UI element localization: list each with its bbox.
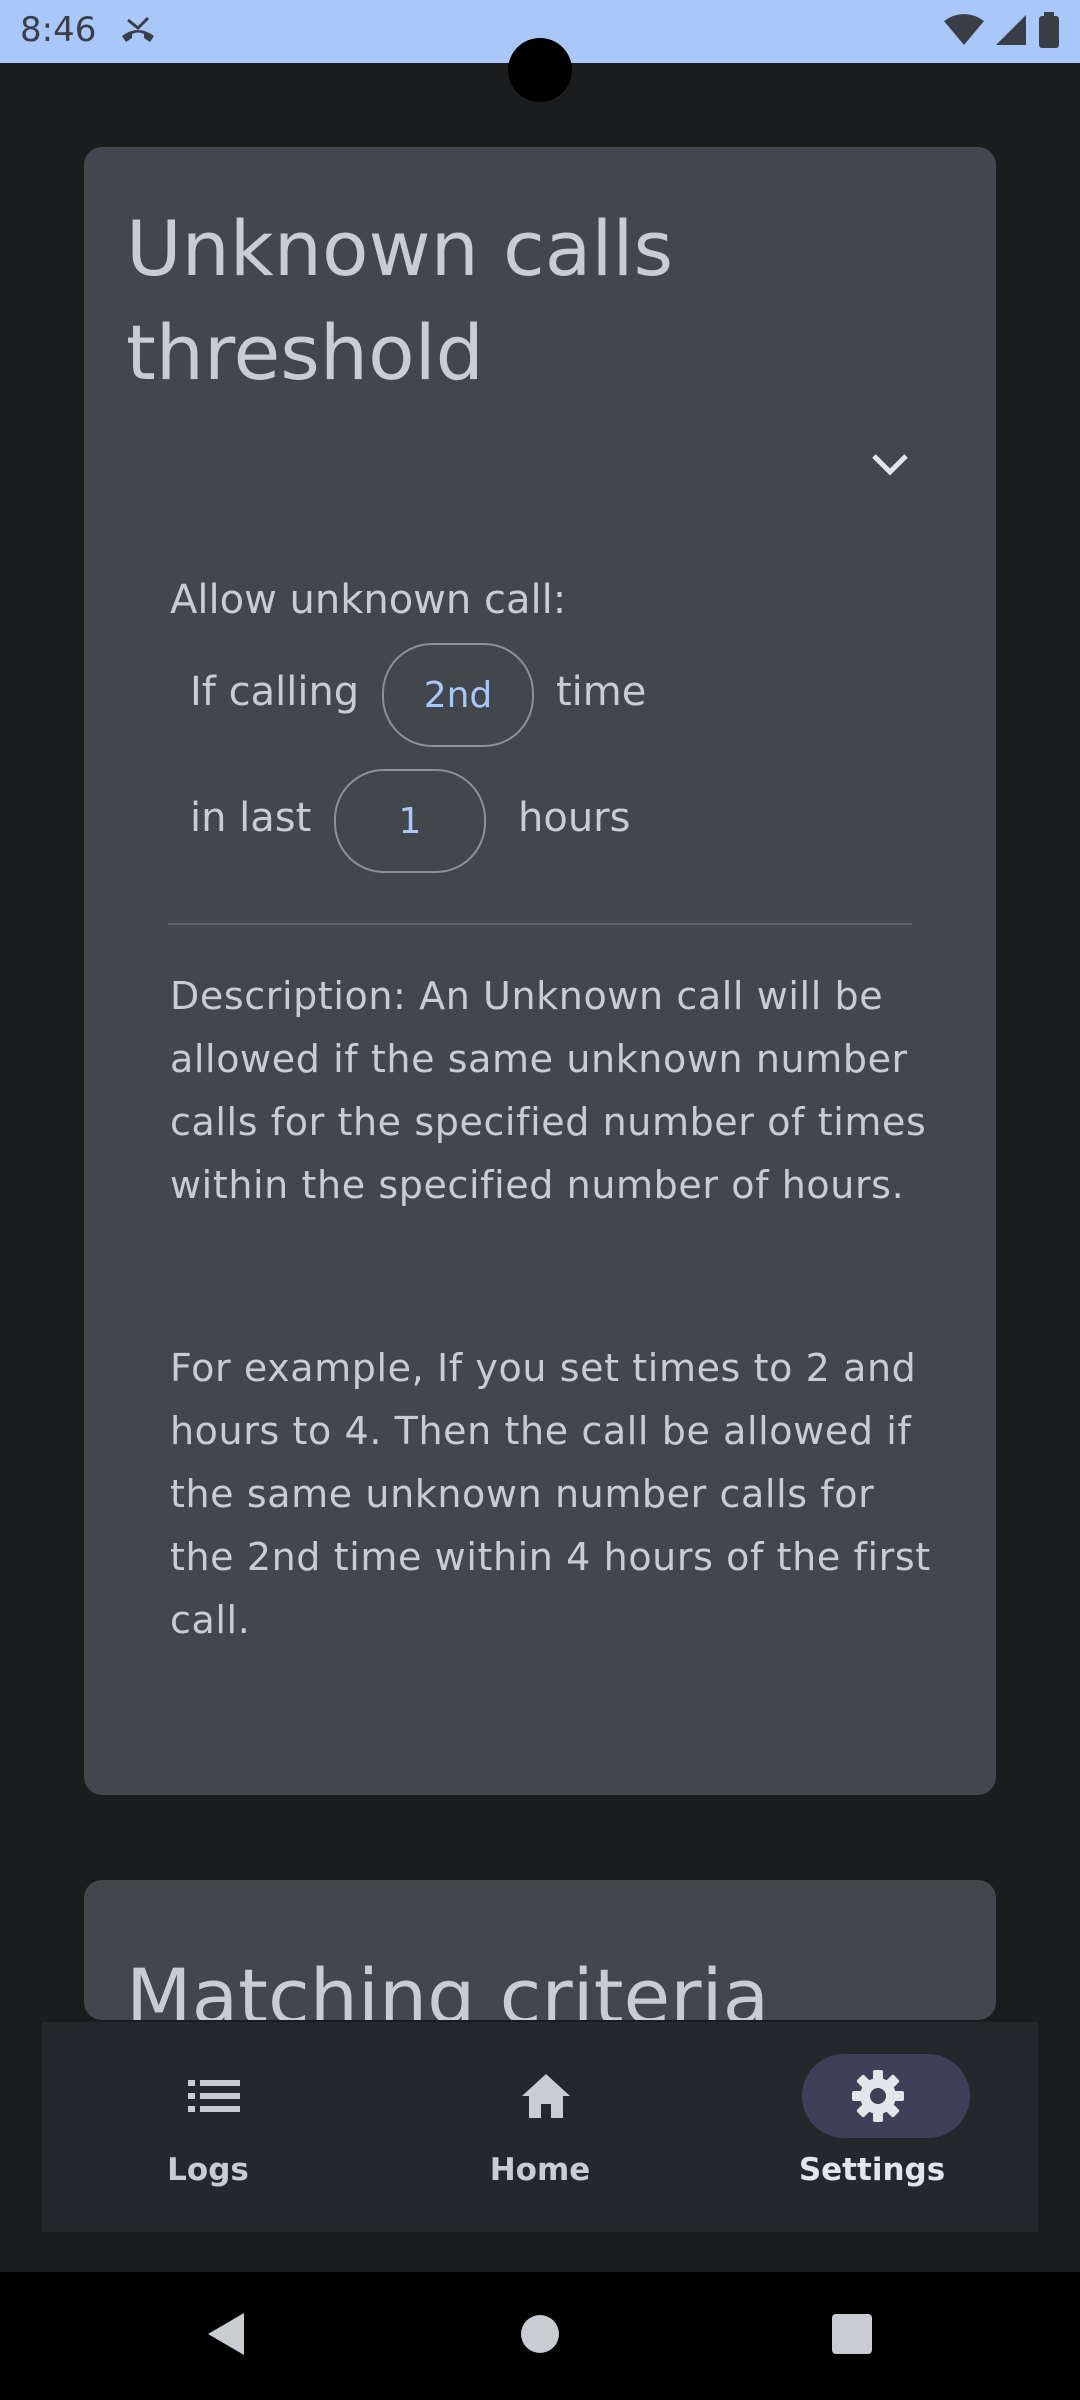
nav-item-logs[interactable]: Logs (42, 2022, 374, 2232)
description-text: Description: An Unknown call will be all… (170, 974, 927, 1207)
unknown-calls-threshold-card: Unknown calls threshold Allow unknown ca… (84, 147, 996, 1795)
nav-label-settings: Settings (798, 2152, 946, 2188)
card-title: Matching criteria (126, 1952, 770, 2020)
nav-label-home: Home (489, 2152, 591, 2188)
time-label: time (556, 669, 647, 715)
gear-icon (850, 2068, 906, 2124)
hours-selector[interactable]: 1 (334, 769, 486, 873)
list-icon (186, 2068, 242, 2124)
matching-criteria-card[interactable]: Matching criteria (84, 1880, 996, 2020)
if-calling-label: If calling (190, 669, 360, 715)
times-selector[interactable]: 2nd (382, 643, 534, 747)
recents-button[interactable] (824, 2308, 880, 2364)
hours-label: hours (518, 795, 631, 841)
home-circle-icon (520, 2314, 560, 2358)
in-last-label: in last (190, 795, 312, 841)
nav-label-logs: Logs (167, 2152, 249, 2188)
status-time: 8:46 (20, 10, 97, 50)
home-system-button[interactable] (512, 2308, 568, 2364)
nav-item-settings[interactable]: Settings (706, 2022, 1038, 2232)
chevron-down-icon (870, 452, 910, 482)
signal-icon (994, 13, 1028, 51)
wifi-icon (944, 13, 984, 51)
battery-icon (1038, 12, 1060, 52)
home-icon (518, 2068, 574, 2124)
divider (168, 923, 912, 925)
status-icons (944, 12, 1060, 52)
allow-unknown-call-label: Allow unknown call: (170, 577, 567, 623)
missed-call-icon (120, 14, 156, 50)
back-icon (204, 2311, 248, 2361)
bottom-navigation: Logs Home Settings (42, 2022, 1038, 2232)
card-title: Unknown calls threshold (126, 204, 674, 397)
example-text: For example, If you set times to 2 and h… (170, 1346, 931, 1642)
recents-square-icon (831, 2313, 873, 2359)
nav-item-home[interactable]: Home (374, 2022, 706, 2232)
back-button[interactable] (198, 2308, 254, 2364)
system-navigation-bar (0, 2272, 1080, 2400)
camera-cutout (508, 38, 572, 102)
collapse-button[interactable] (860, 437, 920, 497)
